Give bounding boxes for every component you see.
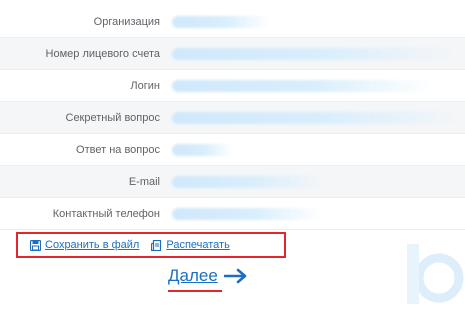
print-label[interactable]: Распечатать (166, 239, 229, 251)
decorative-logo-watermark (407, 244, 464, 304)
field-value-login-blurred (172, 79, 432, 92)
field-label-organization: Организация (93, 15, 160, 28)
field-label-secret-question: Секретный вопрос (65, 111, 161, 124)
field-row-secret-question: Секретный вопрос (0, 102, 465, 134)
field-row-organization: Организация (0, 6, 465, 38)
field-row-phone: Контактный телефон (0, 198, 465, 230)
field-row-secret-answer: Ответ на вопрос (0, 134, 465, 166)
field-value-organization-blurred (172, 15, 270, 28)
field-value-phone-blurred (172, 207, 322, 220)
print-link[interactable]: Распечатать (151, 239, 230, 251)
field-label-email: E-mail (128, 175, 160, 188)
field-label-account-number: Номер лицевого счета (45, 47, 160, 60)
arrow-right-icon (223, 268, 247, 284)
export-actions-box: Сохранить в файл Распечатать (16, 232, 286, 258)
field-label-secret-answer: Ответ на вопрос (76, 143, 160, 156)
next-highlight-underline (168, 290, 222, 292)
field-value-secret-answer-blurred (172, 143, 232, 156)
save-to-file-link[interactable]: Сохранить в файл (30, 239, 139, 251)
account-details-form: Организация Номер лицевого счета Логин С… (0, 6, 465, 230)
floppy-disk-icon (30, 239, 41, 251)
field-label-login: Логин (130, 79, 160, 92)
next-button[interactable]: Далее (168, 266, 248, 286)
field-value-secret-question-blurred (172, 111, 457, 124)
next-label[interactable]: Далее (168, 266, 218, 286)
print-icon (151, 239, 162, 251)
field-row-email: E-mail (0, 166, 465, 198)
field-label-phone: Контактный телефон (52, 207, 160, 220)
field-value-email-blurred (172, 175, 322, 188)
save-to-file-label[interactable]: Сохранить в файл (45, 239, 139, 251)
field-row-login: Логин (0, 70, 465, 102)
field-row-account-number: Номер лицевого счета (0, 38, 465, 70)
field-value-account-number-blurred (172, 47, 452, 60)
